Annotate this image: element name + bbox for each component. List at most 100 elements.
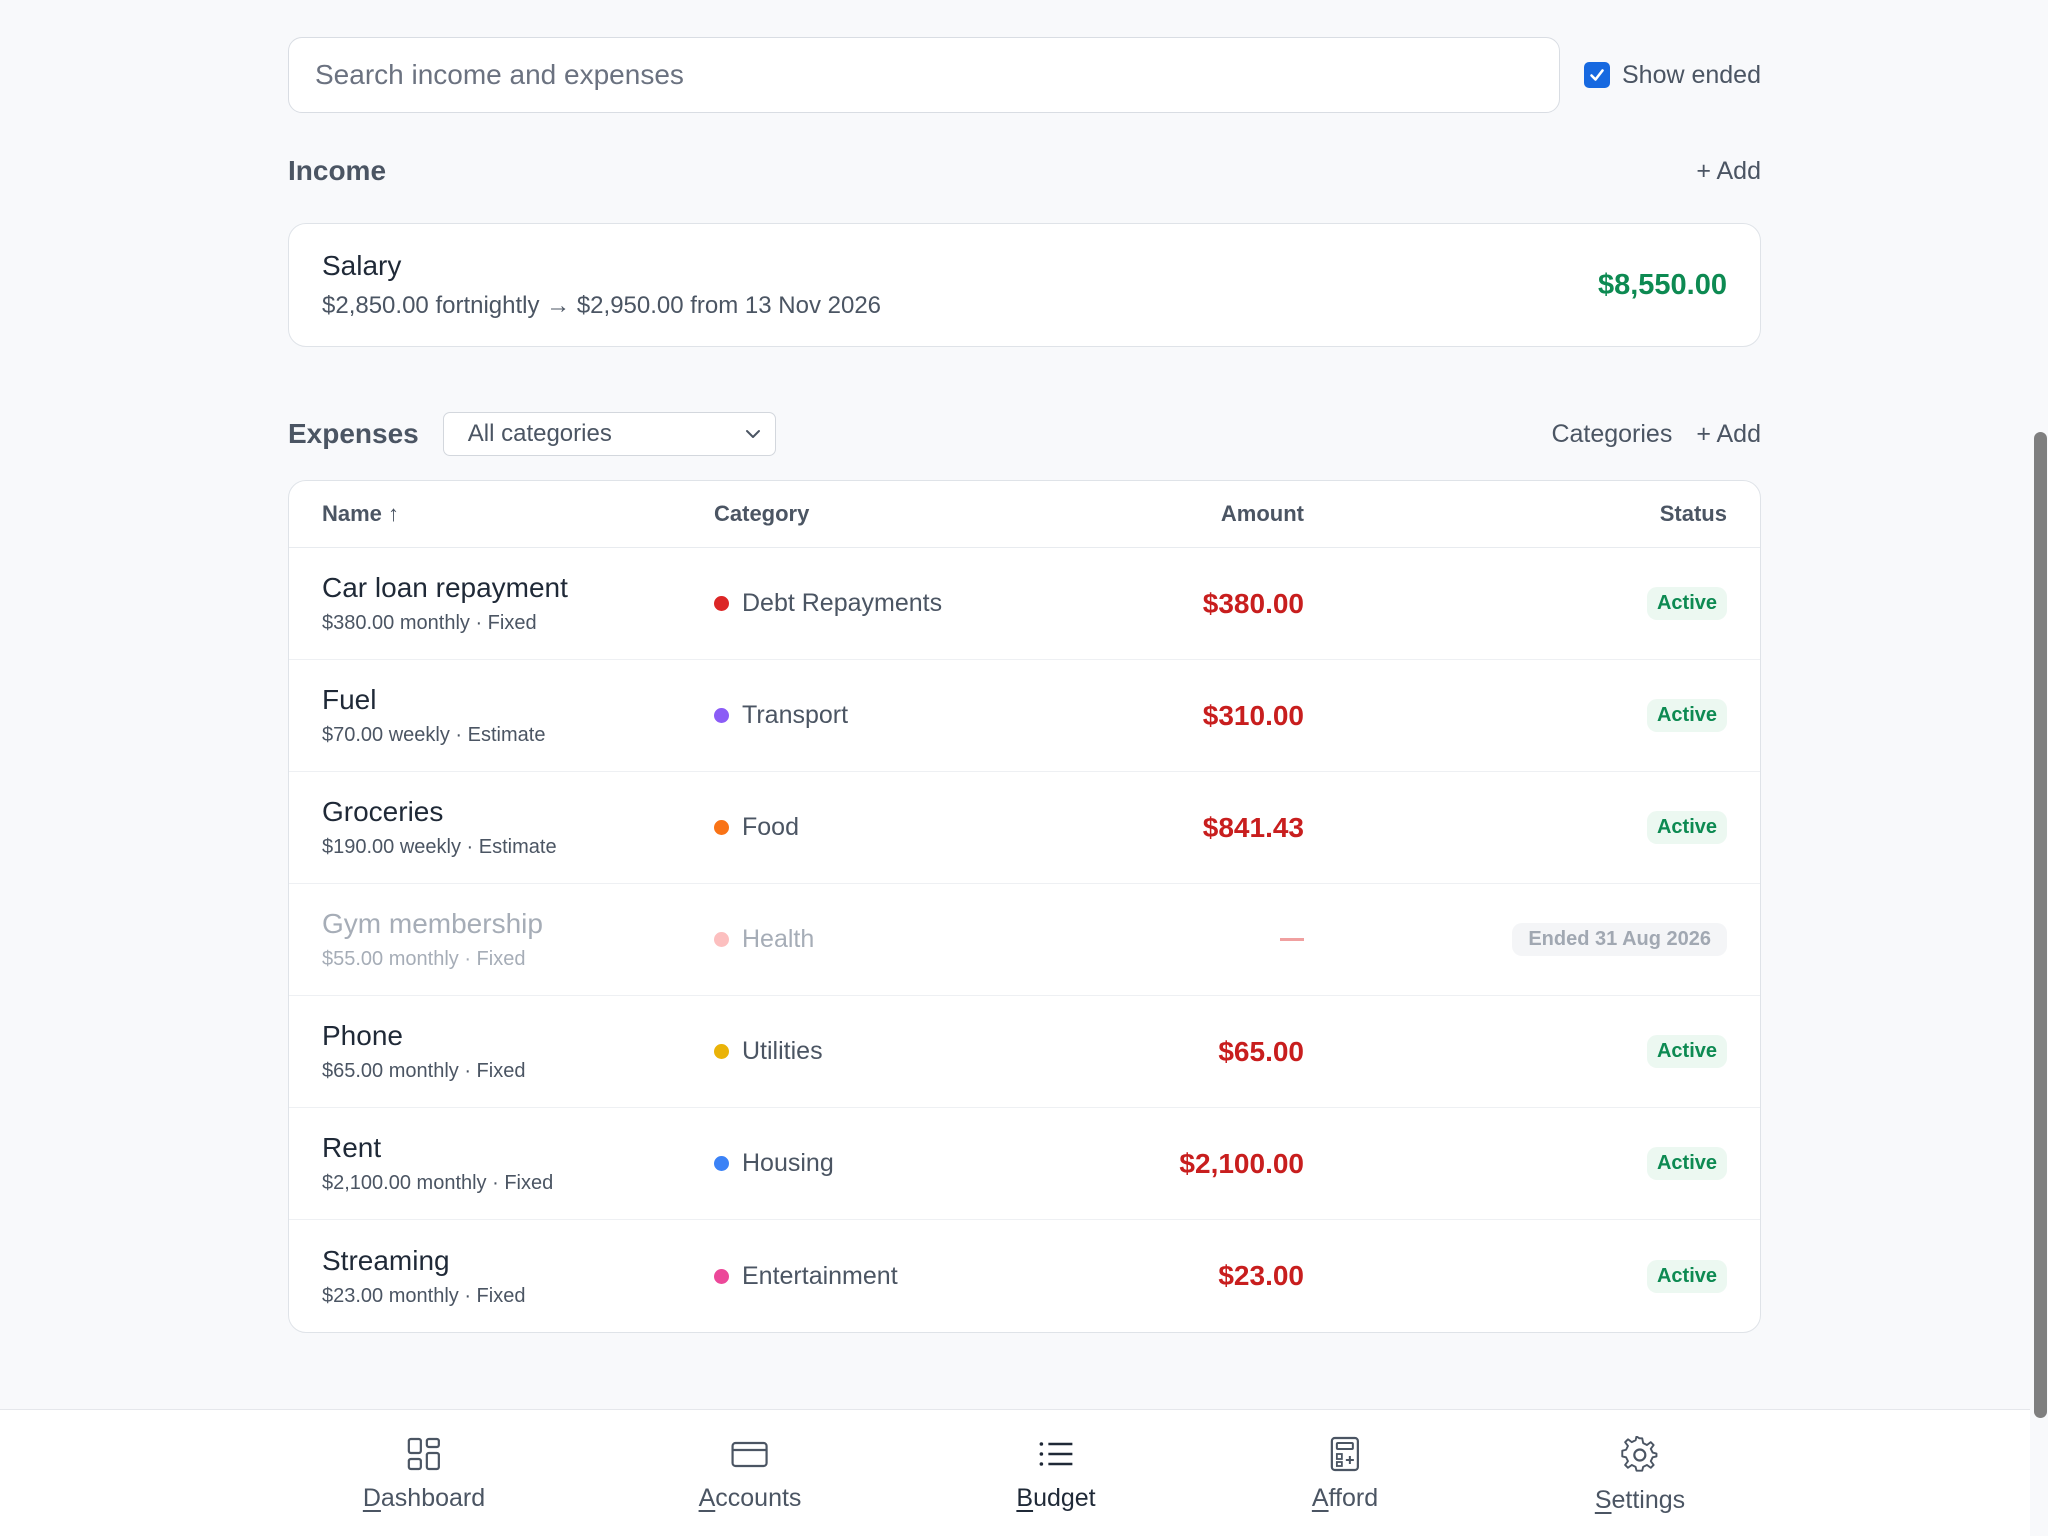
show-ended-toggle[interactable]: Show ended [1583, 60, 1761, 90]
column-header-category[interactable]: Category [714, 501, 1054, 527]
expense-category-cell: Utilities [714, 1037, 1054, 1066]
expense-name-cell: Rent $2,100.00 monthly · Fixed [289, 1132, 714, 1195]
expense-category: Debt Repayments [742, 589, 943, 617]
expense-detail: $23.00 monthly · Fixed [322, 1284, 526, 1307]
expense-name-cell: Groceries $190.00 weekly · Estimate [289, 796, 714, 859]
expense-amount-cell [1054, 931, 1304, 949]
category-dot [714, 1268, 729, 1284]
table-body: Car loan repayment $380.00 monthly · Fixe… [289, 548, 1760, 1332]
column-header-amount[interactable]: Amount [1054, 501, 1304, 527]
search-input[interactable] [288, 37, 1560, 113]
nav-item-settings[interactable]: Settings [1595, 1436, 1685, 1515]
nav-item-accounts[interactable]: Accounts [698, 1436, 802, 1513]
nav-label-settings: Settings [1594, 1486, 1686, 1514]
income-item-name: Salary [322, 250, 402, 281]
card-icon [731, 1441, 769, 1468]
list-icon [1039, 1442, 1072, 1466]
expense-status-cell: Ended 31 Aug 2026 [1304, 923, 1760, 956]
expense-amount-cell: $310.00 [1054, 700, 1304, 732]
expense-status-cell: Active [1304, 1035, 1760, 1068]
category-dot [714, 820, 729, 835]
expense-status-cell: Active [1304, 1147, 1760, 1180]
expense-amount: $23.00 [1218, 1260, 1304, 1291]
search-row: Show ended [288, 37, 1761, 113]
expense-amount-cell: $2,100.00 [1054, 1148, 1304, 1180]
gear-icon [1621, 1436, 1658, 1472]
status-badge: Active [1646, 811, 1727, 844]
expense-category: Transport [742, 701, 849, 729]
expense-amount-cell: $380.00 [1054, 588, 1304, 620]
add-income-button[interactable]: + Add [1696, 157, 1761, 186]
expense-status-cell: Active [1304, 587, 1760, 620]
expense-category: Food [742, 813, 799, 841]
nav-label-accounts: Accounts [698, 1484, 802, 1512]
nav-item-budget[interactable]: Budget [1016, 1436, 1096, 1513]
expense-category: Entertainment [742, 1261, 898, 1290]
expense-name: Phone [322, 1020, 403, 1051]
expense-detail: $70.00 weekly · Estimate [322, 724, 546, 746]
income-item-salary[interactable]: Salary $2,850.00 fortnightly → $2,950.00… [288, 223, 1761, 347]
expense-name-cell: Streaming $23.00 monthly · Fixed [289, 1245, 714, 1308]
expenses-header-left: Expenses All categories [288, 412, 776, 456]
show-ended-checkbox[interactable] [1583, 62, 1610, 88]
status-badge: Active [1646, 1147, 1727, 1180]
expense-amount-dash [1280, 937, 1304, 941]
expense-name: Streaming [322, 1244, 450, 1276]
expense-detail: $2,100.00 monthly · Fixed [322, 1172, 554, 1194]
column-header-name[interactable]: Name ↑ [289, 501, 714, 527]
add-expense-button[interactable]: + Add [1696, 420, 1761, 449]
expense-amount: $380.00 [1202, 587, 1304, 619]
nav-label-dashboard: Dashboard [362, 1484, 486, 1512]
expenses-header: Expenses All categories Categories + Add [288, 411, 1761, 457]
category-dot [714, 708, 729, 723]
table-row[interactable]: Groceries $190.00 weekly · Estimate Food $8… [289, 772, 1760, 884]
expense-category-cell: Debt Repayments [714, 589, 1054, 618]
expenses-table: Name ↑ Category Amount Status Car loan r… [288, 480, 1761, 1333]
expense-amount: $2,100.00 [1179, 1147, 1304, 1179]
expense-name-cell: Car loan repayment $380.00 monthly · Fixe… [289, 572, 714, 635]
expense-detail: $55.00 monthly · Fixed [322, 948, 526, 970]
expense-category: Health [742, 925, 815, 953]
dashboard-icon [407, 1437, 441, 1471]
table-row[interactable]: Rent $2,100.00 monthly · Fixed Housing $2,1… [289, 1108, 1760, 1220]
income-item-amount: $8,550.00 [1597, 268, 1727, 301]
nav-item-dashboard[interactable]: Dashboard [363, 1436, 485, 1513]
budget-content: Show ended Income + Add Salary $2,850.00… [288, 37, 1761, 1333]
scrollbar-thumb[interactable] [2034, 432, 2047, 1418]
expense-name: Gym membership [322, 908, 543, 939]
expense-status-cell: Active [1304, 811, 1760, 844]
table-row[interactable]: Car loan repayment $380.00 monthly · Fixe… [289, 548, 1760, 660]
category-filter-select[interactable]: All categories [442, 412, 776, 456]
expense-category-cell: Housing [714, 1149, 1054, 1178]
expense-name: Fuel [322, 684, 377, 715]
expense-category: Housing [742, 1149, 834, 1177]
expense-amount-cell: $841.43 [1054, 812, 1304, 844]
expense-category-cell: Transport [714, 701, 1054, 730]
expense-detail: $65.00 monthly · Fixed [322, 1060, 526, 1082]
expense-amount-cell: $65.00 [1054, 1036, 1304, 1068]
expense-name: Groceries [322, 796, 444, 827]
expense-name: Rent [322, 1132, 382, 1163]
table-row[interactable]: Fuel $70.00 weekly · Estimate Transport $31… [289, 660, 1760, 772]
expense-amount: $841.43 [1202, 811, 1304, 843]
nav-label-budget: Budget [1016, 1484, 1096, 1512]
income-item-detail: $2,850.00 fortnightly → $2,950.00 from 1… [322, 292, 882, 319]
expense-category: Utilities [742, 1037, 823, 1065]
check-icon [1590, 69, 1604, 81]
table-row[interactable]: Streaming $23.00 monthly · Fixed Entertain… [289, 1220, 1760, 1332]
expense-detail: $380.00 monthly · Fixed [322, 612, 537, 634]
nav-item-afford[interactable]: Afford [1312, 1436, 1378, 1513]
show-ended-label: Show ended [1621, 60, 1761, 89]
category-dot [714, 596, 729, 611]
table-row[interactable]: Phone $65.00 monthly · Fixed Utilities $65.… [289, 996, 1760, 1108]
status-badge: Active [1646, 1259, 1727, 1293]
status-badge: Active [1646, 699, 1727, 732]
categories-link[interactable]: Categories [1551, 420, 1672, 449]
table-row[interactable]: Gym membership $55.00 monthly · Fixed Heal… [289, 884, 1760, 996]
category-dot [714, 1156, 729, 1171]
expense-name-cell: Gym membership $55.00 monthly · Fixed [289, 908, 714, 971]
category-filter-value: All categories [467, 420, 612, 447]
category-dot [714, 932, 729, 947]
expense-status-cell: Active [1304, 699, 1760, 732]
column-header-status[interactable]: Status [1304, 501, 1760, 527]
